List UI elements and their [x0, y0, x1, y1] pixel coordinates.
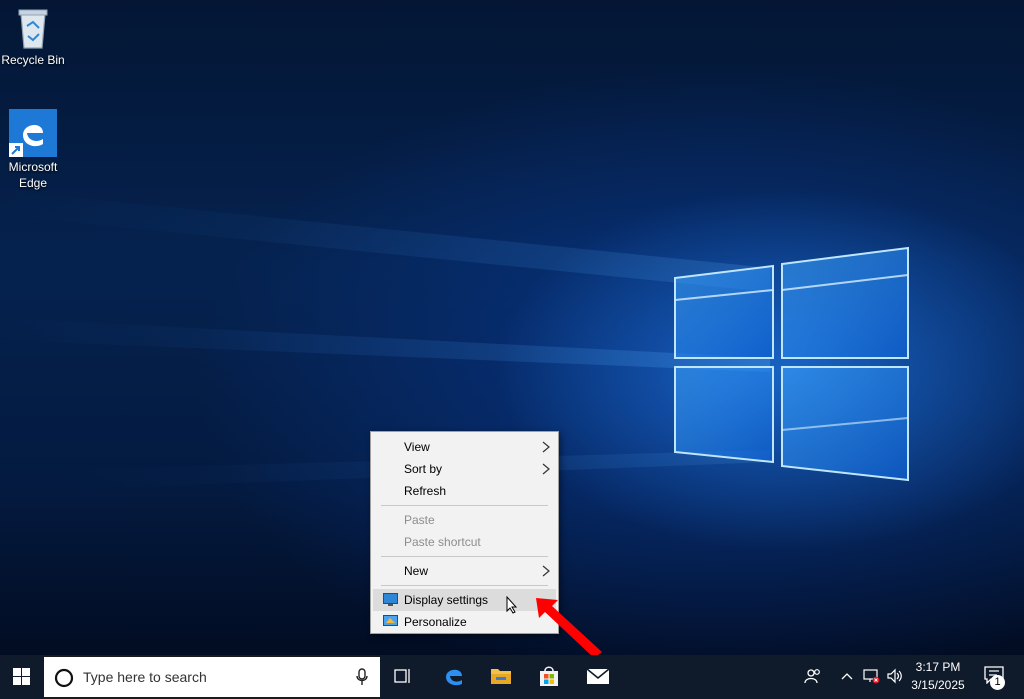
volume-button[interactable] [884, 655, 906, 699]
menu-separator [381, 556, 548, 557]
network-status-button[interactable] [860, 655, 882, 699]
cortana-circle-icon [54, 668, 74, 688]
network-disconnected-icon [863, 669, 880, 684]
taskbar-file-explorer-button[interactable] [481, 655, 521, 699]
taskbar-mail-button[interactable] [578, 655, 618, 699]
taskbar-edge-button[interactable] [433, 655, 473, 699]
edge-label-line1: Microsoft [8, 160, 58, 174]
menu-item-sort-by[interactable]: Sort by [373, 458, 556, 480]
menu-item-label: Paste shortcut [404, 535, 481, 549]
windows-start-icon [13, 668, 30, 685]
menu-item-label: Display settings [404, 593, 489, 607]
edge-icon [9, 109, 57, 157]
action-center-button[interactable]: 1 [976, 655, 1024, 699]
menu-separator [381, 505, 548, 506]
menu-item-label: View [404, 440, 430, 454]
taskbar: Type here to search 3:17 PM 3/15/2025 1 [0, 655, 1024, 699]
menu-item-view[interactable]: View [373, 436, 556, 458]
task-view-icon [394, 669, 410, 683]
desktop-icon-microsoft-edge[interactable]: Microsoft Edge [0, 109, 66, 191]
store-icon [540, 666, 558, 686]
speaker-icon [887, 668, 902, 684]
menu-separator [381, 585, 548, 586]
show-hidden-icons-button[interactable] [838, 655, 856, 699]
menu-item-label: New [404, 564, 429, 578]
recycle-bin-label: Recycle Bin [1, 53, 65, 67]
people-button[interactable] [800, 655, 826, 699]
chevron-right-icon [542, 463, 550, 475]
display-settings-icon [383, 593, 398, 606]
chevron-up-icon [841, 673, 853, 680]
mouse-cursor-icon [506, 596, 518, 614]
annotation-arrow-icon [536, 598, 602, 655]
menu-item-label: Paste [404, 513, 435, 527]
chevron-right-icon [542, 441, 550, 453]
people-icon [804, 669, 820, 684]
personalize-icon [383, 615, 398, 626]
menu-item-refresh[interactable]: Refresh [373, 480, 556, 502]
menu-item-label: Refresh [404, 484, 447, 498]
menu-item-label: Personalize [404, 615, 467, 629]
file-explorer-icon [491, 669, 511, 684]
taskbar-store-button[interactable] [529, 655, 569, 699]
edge-label-line2: Edge [18, 176, 48, 190]
chevron-right-icon [542, 565, 550, 577]
taskbar-search-box[interactable]: Type here to search [44, 655, 380, 699]
menu-item-paste: Paste [373, 509, 556, 531]
edge-icon [446, 669, 462, 686]
desktop[interactable]: Recycle Bin Microsoft Edge View Sort by … [0, 0, 1024, 655]
menu-item-paste-shortcut: Paste shortcut [373, 531, 556, 553]
notification-count-badge: 1 [990, 675, 1005, 690]
microphone-icon[interactable] [356, 668, 368, 686]
recycle-bin-icon [18, 9, 48, 49]
task-view-button[interactable] [386, 655, 420, 699]
clock-date: 3/15/2025 [911, 678, 965, 692]
start-button[interactable] [0, 655, 44, 699]
menu-item-label: Sort by [404, 462, 443, 476]
clock-time: 3:17 PM [915, 660, 961, 674]
menu-item-new[interactable]: New [373, 560, 556, 582]
desktop-icon-recycle-bin[interactable]: Recycle Bin [0, 6, 66, 68]
mail-icon [586, 668, 610, 684]
search-placeholder: Type here to search [83, 669, 207, 685]
clock-button[interactable]: 3:17 PM 3/15/2025 [906, 655, 970, 699]
